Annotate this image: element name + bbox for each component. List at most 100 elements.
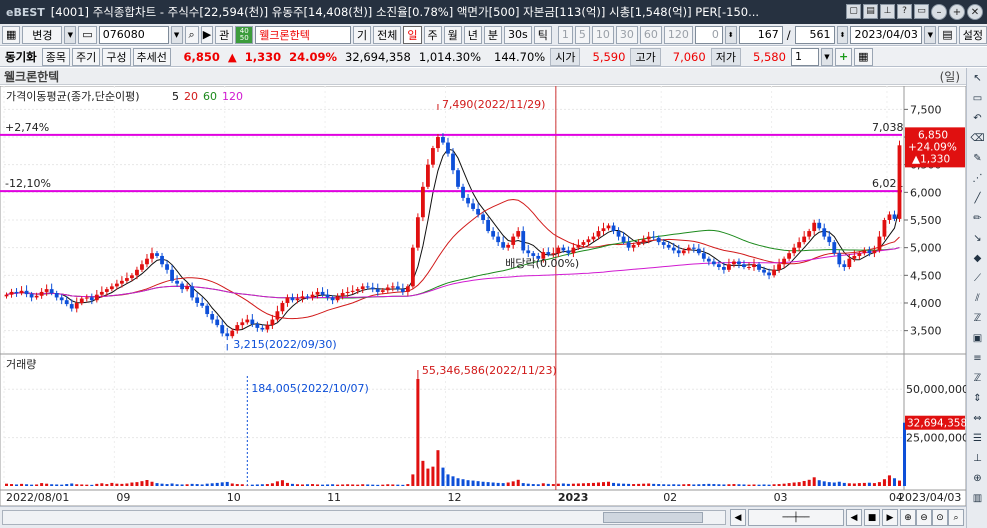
fibonacci-icon[interactable]: ≡ — [969, 349, 986, 368]
grid-icon[interactable]: ▦ — [2, 25, 21, 44]
candle-body — [415, 217, 420, 248]
vertical-arrows-icon[interactable]: ⇕ — [969, 389, 986, 408]
gann-icon[interactable]: ☰ — [969, 429, 986, 448]
code-dropdown-icon[interactable]: ▼ — [170, 25, 183, 44]
low-price: 5,580 — [753, 49, 786, 64]
text-tool-icon[interactable]: ▥ — [969, 489, 986, 508]
zigzag-icon[interactable]: ℤ — [969, 369, 986, 388]
minimize-icon[interactable]: – — [931, 4, 947, 20]
eraser-icon[interactable]: ✎ — [969, 149, 986, 168]
sync-label[interactable]: 동기화 — [2, 49, 40, 65]
ray-icon[interactable]: ↘ — [969, 229, 986, 248]
settings-button[interactable]: 설정 — [958, 25, 987, 44]
interval-10-button[interactable]: 10 — [591, 25, 614, 44]
channel-icon[interactable]: ℤ — [969, 309, 986, 328]
count-spin-icon[interactable]: ⬍ — [836, 25, 849, 44]
visible-count-input[interactable]: 167 — [738, 25, 783, 44]
maximize-icon[interactable]: + — [949, 4, 965, 20]
search-zoom-icon[interactable]: ⌕ — [948, 509, 964, 526]
pattern-icon[interactable]: ⋰ — [969, 169, 986, 188]
help-icon[interactable]: ? — [897, 4, 912, 19]
candle-body — [877, 236, 882, 251]
cursor-icon[interactable]: ↖ — [969, 69, 986, 88]
cycle-icon[interactable]: ⊕ — [969, 469, 986, 488]
date-input[interactable]: 2023/04/03 — [850, 25, 923, 44]
scroll-forward-icon[interactable]: ▶ — [882, 509, 898, 526]
volume-bar — [45, 483, 49, 486]
horizontal-arrows-icon[interactable]: ⇔ — [969, 409, 986, 428]
zoom-out-icon[interactable]: ⊖ — [916, 509, 932, 526]
search-icon[interactable]: ⌕ — [184, 25, 199, 44]
trendline-button[interactable]: 추세선 — [132, 47, 171, 66]
period-30s-tab[interactable]: 30s — [504, 25, 532, 44]
scroll-back-icon[interactable]: ◀ — [846, 509, 862, 526]
page-dropdown-icon[interactable]: ▼ — [820, 47, 833, 66]
close-icon[interactable]: ✕ — [967, 4, 983, 20]
candle-body — [742, 264, 746, 268]
stock-chart[interactable]: 7,5007,0006,5006,0005,5005,0004,5004,000… — [0, 86, 966, 506]
interval-30-button[interactable]: 30 — [615, 25, 638, 44]
calendar-icon[interactable]: ▤ — [938, 25, 957, 44]
scroll-thumb[interactable] — [603, 512, 703, 523]
price-tick-label: 4,500 — [910, 269, 942, 282]
horizontal-scrollbar[interactable] — [2, 510, 726, 525]
zoom-reset-icon[interactable]: ⊙ — [932, 509, 948, 526]
lock-icon[interactable]: ▭ — [78, 25, 97, 44]
volume-bar — [356, 484, 360, 486]
scroll-start-icon[interactable]: ◀ — [730, 509, 746, 526]
parallel-icon[interactable]: ⫽ — [969, 289, 986, 308]
current-price-tag-pct: +24.09% — [908, 141, 957, 153]
mode-select[interactable]: 변경 — [22, 25, 63, 44]
period-day-tab[interactable]: 일 — [403, 25, 422, 44]
diagonal-icon[interactable]: ⟋ — [969, 269, 986, 288]
gi-button[interactable]: 기 — [353, 25, 372, 44]
zoom-slider[interactable]: ──┼── — [748, 509, 844, 526]
item-button[interactable]: 종목 — [41, 47, 70, 66]
pin-icon[interactable]: ⊥ — [880, 4, 895, 19]
volume-bar — [596, 482, 600, 486]
volume-bar — [882, 479, 886, 486]
delete-all-icon[interactable]: ⌫ — [969, 129, 986, 148]
interval-60-button[interactable]: 60 — [639, 25, 662, 44]
zoom-in-icon[interactable]: ⊕ — [900, 509, 916, 526]
interval-5-button[interactable]: 5 — [574, 25, 590, 44]
candle-body — [526, 250, 531, 254]
snapshot-icon[interactable]: ▭ — [914, 4, 929, 19]
spin-arrow-icon[interactable]: ⬍ — [724, 25, 737, 44]
period-tick-tab[interactable]: 틱 — [533, 25, 552, 44]
period-year-tab[interactable]: 년 — [463, 25, 482, 44]
volume-bar — [411, 474, 415, 486]
crosshair-icon[interactable]: ▭ — [969, 89, 986, 108]
play-icon[interactable]: ■ — [864, 509, 880, 526]
period-month-tab[interactable]: 월 — [443, 25, 462, 44]
page-number-input[interactable]: 1 — [790, 47, 819, 66]
period-week-tab[interactable]: 주 — [423, 25, 442, 44]
next-arrow-icon[interactable]: ▶ — [200, 25, 214, 44]
line-icon[interactable]: ╱ — [969, 189, 986, 208]
stock-code-input[interactable]: 076080 — [98, 25, 169, 44]
all-button[interactable]: 전체 — [373, 25, 402, 44]
period-button[interactable]: 주기 — [72, 47, 101, 66]
watchlist-button[interactable]: 관 — [215, 25, 234, 44]
box-icon[interactable]: ▣ — [969, 329, 986, 348]
volume-bar — [150, 481, 154, 486]
interval-120-button[interactable]: 120 — [663, 25, 693, 44]
interval-1-button[interactable]: 1 — [557, 25, 573, 44]
restore-layout-icon[interactable]: ▢ — [846, 4, 861, 19]
tile-icon[interactable]: ▤ — [863, 4, 878, 19]
volume-bar — [336, 484, 340, 486]
interval-spin-input[interactable]: 0 — [694, 25, 723, 44]
fan-icon[interactable]: ⊥ — [969, 449, 986, 468]
period-minute-tab[interactable]: 분 — [483, 25, 503, 44]
volume-bar — [581, 483, 585, 486]
undo-icon[interactable]: ↶ — [969, 109, 986, 128]
layout-icon[interactable]: ▦ — [854, 47, 873, 66]
mode-dropdown-icon[interactable]: ▼ — [64, 25, 77, 44]
brush-icon[interactable]: ◆ — [969, 249, 986, 268]
volume-bar — [526, 483, 530, 486]
compose-button[interactable]: 구성 — [102, 47, 131, 66]
volume-bar — [50, 484, 54, 486]
pencil-icon[interactable]: ✏ — [969, 209, 986, 228]
add-chart-icon[interactable]: + — [834, 47, 853, 66]
date-dropdown-icon[interactable]: ▼ — [924, 25, 937, 44]
